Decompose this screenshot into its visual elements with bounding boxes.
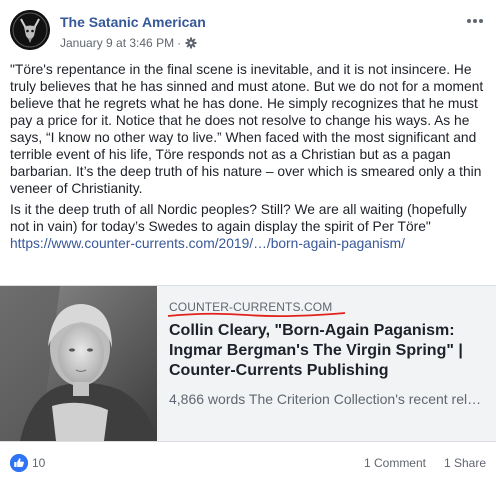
share-count[interactable]: 1 Share [444,456,486,470]
link-preview-card[interactable]: COUNTER-CURRENTS.COM Collin Cleary, "Bor… [0,285,496,442]
red-underline-annotation [167,312,346,318]
link-preview-body: COUNTER-CURRENTS.COM Collin Cleary, "Bor… [167,300,487,409]
link-preview-title[interactable]: Collin Cleary, "Born-Again Paganism: Ing… [169,321,487,381]
link-preview-domain: COUNTER-CURRENTS.COM [167,300,487,318]
post-paragraph: "Töre's repentance in the final scene is… [10,62,484,196]
comment-count[interactable]: 1 Comment [364,456,426,470]
post-header: The Satanic American January 9 at 3:46 P… [10,10,486,54]
page-avatar[interactable] [10,10,50,50]
reaction-count[interactable]: 10 [32,456,45,470]
post-paragraph-text: Is it the deep truth of all Nordic peopl… [10,202,467,234]
more-options-icon[interactable] [464,14,486,28]
link-preview-description: 4,866 words The Criterion Collection's r… [169,391,484,407]
link-preview-image[interactable] [0,286,157,441]
gear-icon[interactable] [185,37,197,49]
post-footer: 10 1 Comment 1 Share [10,453,486,473]
post-link[interactable]: https://www.counter-currents.com/2019/…/… [10,236,405,251]
post-paragraph: Is it the deep truth of all Nordic peopl… [10,201,488,252]
goat-head-logo [10,10,50,50]
post-timestamp[interactable]: January 9 at 3:46 PM [60,36,174,50]
post-text: "Töre's repentance in the final scene is… [10,61,488,256]
page-name[interactable]: The Satanic American [60,14,206,30]
meta-separator: · [177,36,182,50]
facebook-post: The Satanic American January 9 at 3:46 P… [0,0,496,486]
thumbs-up-icon[interactable] [10,454,28,472]
post-meta: January 9 at 3:46 PM · [60,36,197,50]
